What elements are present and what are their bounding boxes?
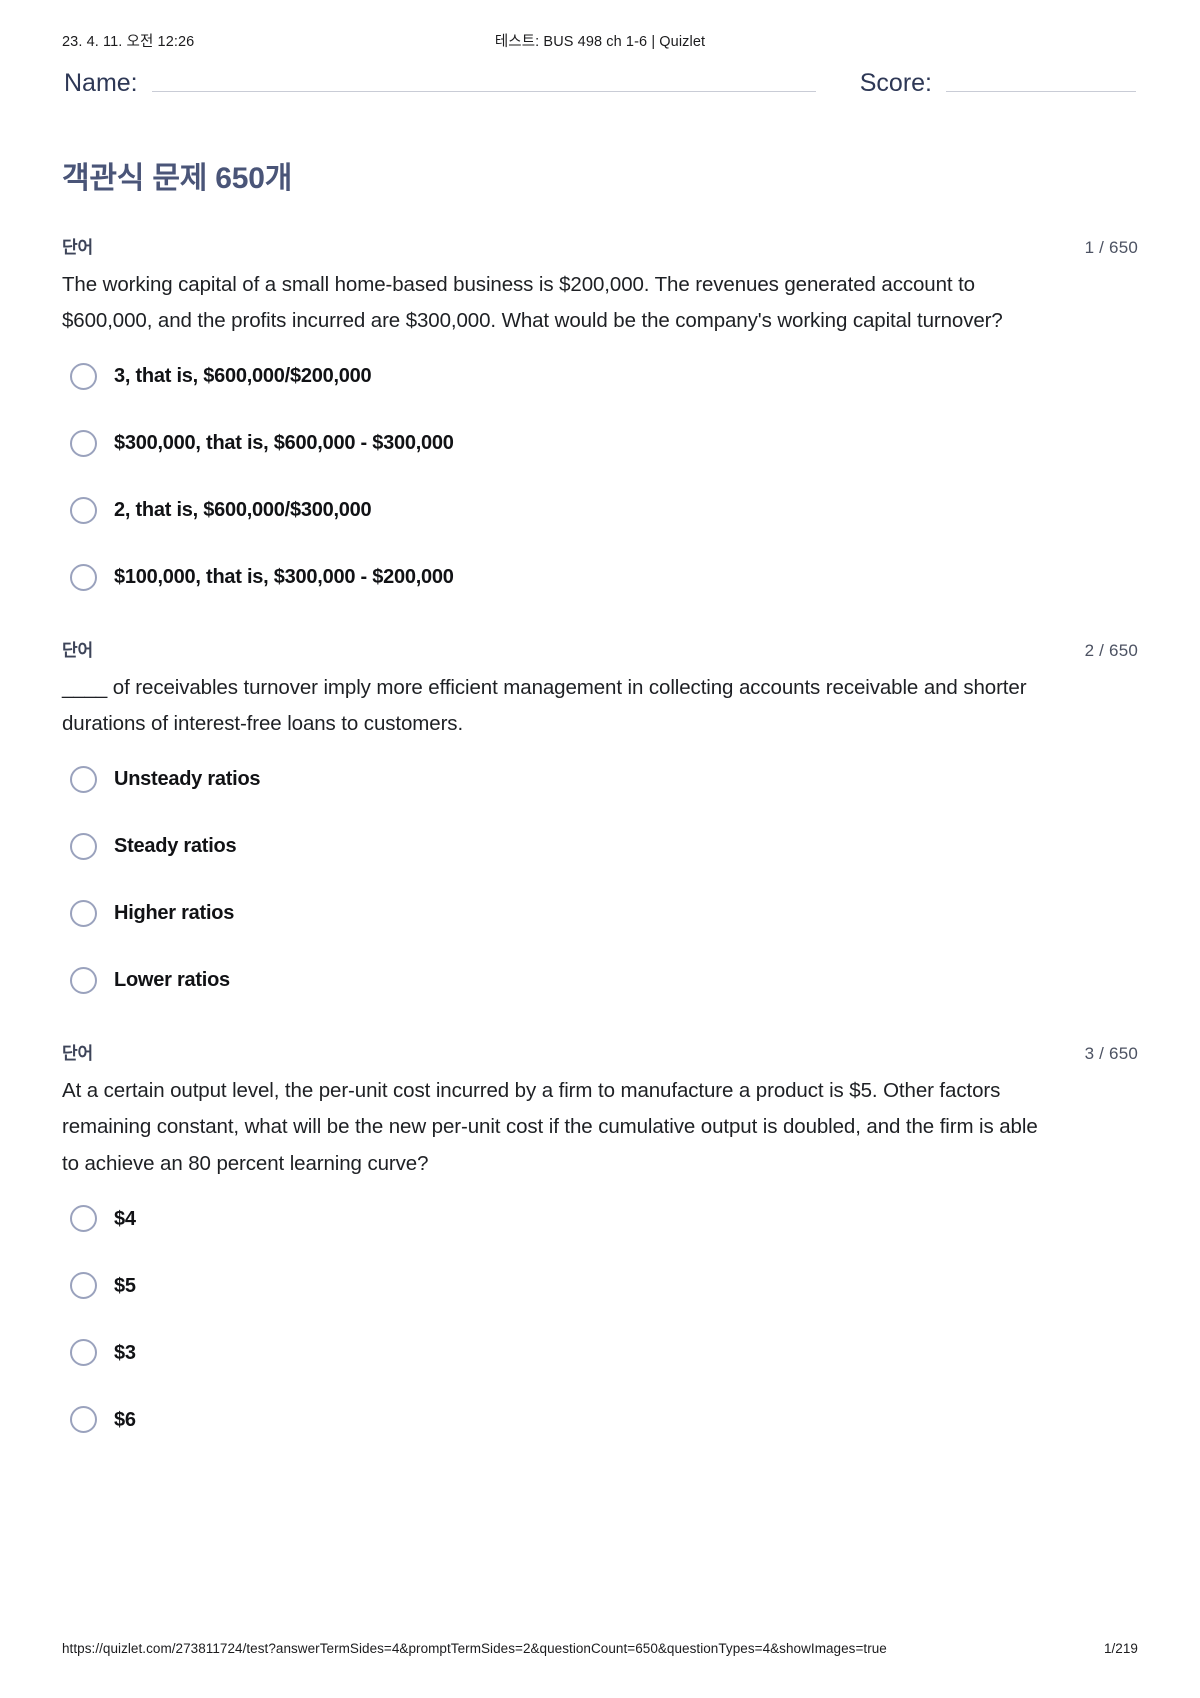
choice-label: $4 [114, 1207, 136, 1230]
question-kind-label: 단어 [62, 640, 93, 660]
radio-button-icon[interactable] [70, 899, 97, 927]
choice-option[interactable]: $6 [62, 1397, 1138, 1442]
choice-option[interactable]: Lower ratios [62, 958, 1138, 1003]
question-block: 단어 2 / 650 ____ of receivables turnover … [62, 636, 1138, 1003]
score-label: Score: [859, 69, 932, 97]
choice-option[interactable]: Steady ratios [62, 824, 1138, 869]
choice-list: 3, that is, $600,000/$200,000 $300,000, … [62, 354, 1138, 600]
radio-button-icon[interactable] [70, 1406, 97, 1434]
radio-button-icon[interactable] [70, 1339, 97, 1367]
question-header: 단어 3 / 650 [62, 1039, 1138, 1064]
choice-option[interactable]: $5 [62, 1263, 1138, 1308]
print-footer-page-number: 1/219 [1103, 1641, 1138, 1656]
choice-label: 3, that is, $600,000/$200,000 [114, 365, 372, 388]
question-block: 단어 1 / 650 The working capital of a smal… [62, 233, 1138, 600]
page-title: 객관식 문제 650개 [62, 162, 293, 195]
choice-label: $300,000, that is, $600,000 - $300,000 [114, 432, 454, 455]
radio-button-icon[interactable] [70, 765, 97, 793]
name-label: Name: [64, 69, 138, 97]
question-prompt: ____ of receivables turnover imply more … [62, 675, 1027, 736]
name-score-row: Name: Score: [62, 71, 1138, 98]
question-counter: 1 / 650 [1084, 238, 1138, 257]
question-counter: 2 / 650 [1084, 640, 1138, 660]
radio-button-icon[interactable] [70, 832, 97, 860]
choice-label: Lower ratios [114, 969, 230, 992]
choice-label: Unsteady ratios [114, 768, 261, 791]
choice-label: $5 [114, 1274, 136, 1297]
name-write-in-line[interactable] [151, 91, 816, 92]
print-footer-url: https://quizlet.com/273811724/test?answe… [62, 1641, 887, 1656]
choice-option[interactable]: Higher ratios [62, 891, 1138, 936]
browser-print-header: 23. 4. 11. 오전 12:26 테스트: BUS 498 ch 1-6 … [62, 0, 1138, 51]
question-kind-label: 단어 [62, 238, 93, 257]
question-prompt: The working capital of a small home-base… [62, 273, 1003, 333]
radio-button-icon[interactable] [70, 1205, 97, 1233]
choice-option[interactable]: 2, that is, $600,000/$300,000 [62, 488, 1138, 533]
choice-label: $100,000, that is, $300,000 - $200,000 [114, 566, 454, 589]
choice-option[interactable]: $300,000, that is, $600,000 - $300,000 [62, 421, 1138, 466]
choice-list: Unsteady ratios Steady ratios Higher rat… [62, 757, 1138, 1003]
choice-label: 2, that is, $600,000/$300,000 [114, 499, 372, 522]
radio-button-icon[interactable] [70, 429, 97, 457]
question-header: 단어 2 / 650 [62, 636, 1138, 661]
radio-button-icon[interactable] [70, 362, 97, 390]
question-counter: 3 / 650 [1084, 1043, 1138, 1063]
choice-label: $6 [114, 1408, 136, 1431]
question-prompt: At a certain output level, the per-unit … [62, 1078, 1038, 1175]
choice-label: $3 [114, 1341, 136, 1364]
choice-option[interactable]: $4 [62, 1196, 1138, 1241]
print-header-datetime: 23. 4. 11. 오전 12:26 [62, 34, 195, 50]
question-header: 단어 1 / 650 [62, 233, 1138, 258]
radio-button-icon[interactable] [70, 563, 97, 591]
choice-option[interactable]: $3 [62, 1330, 1138, 1375]
choice-option[interactable]: $100,000, that is, $300,000 - $200,000 [62, 555, 1138, 600]
choice-option[interactable]: Unsteady ratios [62, 757, 1138, 802]
browser-print-footer: https://quizlet.com/273811724/test?answe… [62, 1641, 1138, 1656]
question-kind-label: 단어 [62, 1043, 93, 1063]
radio-button-icon[interactable] [70, 496, 97, 524]
choice-list: $4 $5 $3 $6 [62, 1196, 1138, 1442]
choice-option[interactable]: 3, that is, $600,000/$200,000 [62, 354, 1138, 399]
radio-button-icon[interactable] [70, 966, 97, 994]
print-page: 23. 4. 11. 오전 12:26 테스트: BUS 498 ch 1-6 … [0, 0, 1200, 1698]
choice-label: Steady ratios [114, 835, 237, 858]
question-block: 단어 3 / 650 At a certain output level, th… [62, 1039, 1138, 1442]
choice-label: Higher ratios [114, 902, 235, 925]
score-write-in-line[interactable] [946, 91, 1136, 92]
radio-button-icon[interactable] [70, 1272, 97, 1300]
